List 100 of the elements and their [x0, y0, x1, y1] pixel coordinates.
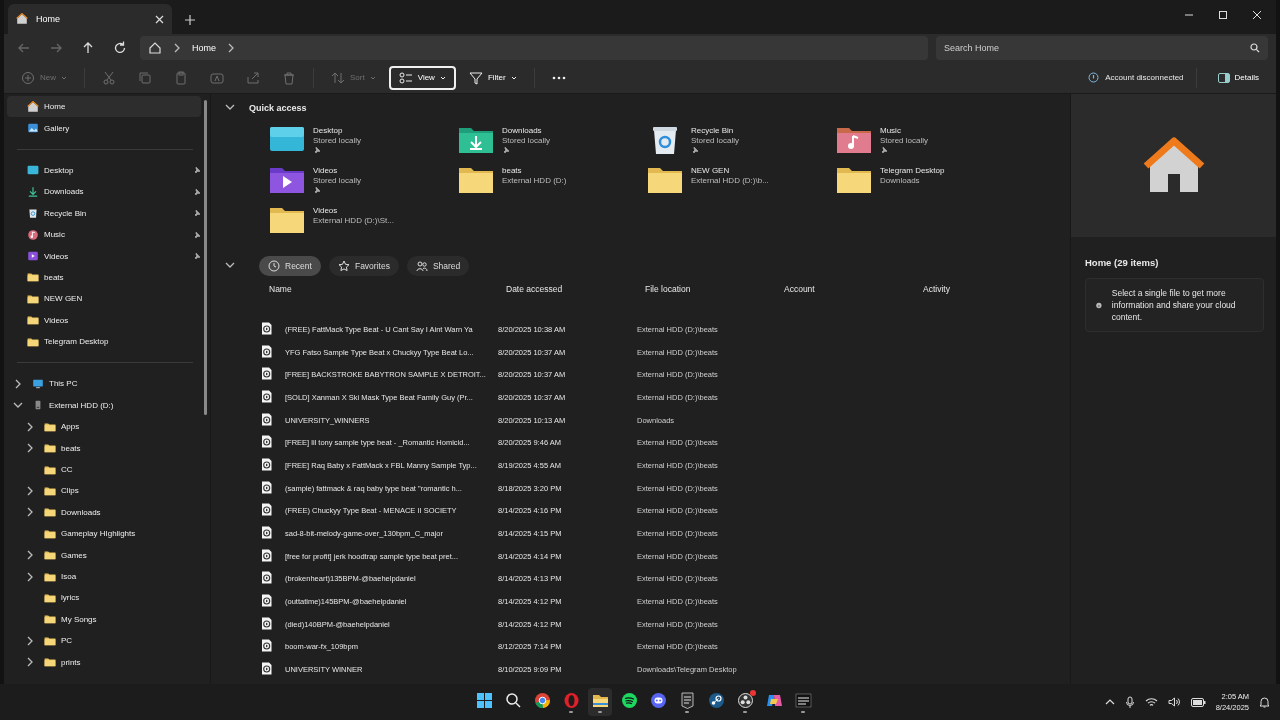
sidebar-item[interactable]: This PC — [7, 373, 201, 395]
chevron-icon — [25, 550, 35, 561]
sidebar-item[interactable]: Music — [7, 223, 201, 246]
folder-icon — [44, 442, 56, 455]
folder-name[interactable]: beats — [502, 166, 567, 175]
column-header[interactable]: File location — [645, 284, 784, 308]
audio-file-icon — [261, 639, 272, 653]
folder-location: Downloads — [880, 176, 921, 185]
sidebar-item[interactable]: Gallery — [7, 117, 201, 139]
sidebar-item[interactable]: Games — [7, 544, 201, 566]
sidebar-item[interactable]: PC — [7, 630, 201, 652]
notification-bell-icon[interactable] — [1259, 696, 1270, 708]
sidebar-item[interactable]: Home — [7, 96, 201, 118]
audio-file-icon — [261, 480, 272, 494]
column-header[interactable]: Name — [269, 284, 506, 308]
home-icon — [16, 13, 28, 25]
sidebar-item[interactable]: beats — [7, 266, 201, 289]
info-icon — [1088, 72, 1100, 83]
copy-icon — [138, 70, 152, 85]
volume-icon[interactable] — [1167, 697, 1181, 707]
close-icon[interactable] — [155, 14, 164, 24]
folder-icon — [44, 506, 56, 519]
audio-file-icon — [261, 412, 272, 426]
sidebar-item[interactable]: My Songs — [7, 608, 201, 630]
music-app-icon — [620, 691, 638, 709]
game-store-icon — [678, 691, 696, 709]
column-header[interactable]: Activity — [923, 284, 1062, 308]
desktop-icon — [27, 164, 39, 177]
sidebar-item[interactable]: NEW GEN — [7, 288, 201, 310]
sidebar-item[interactable]: Downloads — [7, 501, 201, 524]
filter-tab[interactable]: Shared — [406, 256, 470, 276]
details-button[interactable]: Details — [1208, 65, 1268, 90]
start-icon — [475, 691, 493, 709]
chevron-up-icon[interactable] — [1104, 697, 1115, 707]
folder-icon — [44, 549, 56, 562]
home-icon — [27, 100, 39, 113]
scrollbar[interactable] — [204, 100, 207, 415]
new-tab-icon[interactable] — [184, 14, 196, 26]
sidebar-item[interactable]: Recycle Bin — [7, 202, 201, 224]
close-icon[interactable] — [1252, 10, 1262, 20]
sidebar-item[interactable]: Desktop — [7, 159, 201, 182]
folder-name[interactable]: Recycle Bin — [691, 126, 740, 135]
microphone-icon[interactable] — [1124, 696, 1135, 708]
chevron-icon — [225, 260, 235, 270]
pin-icon — [193, 166, 201, 175]
audio-file-icon — [261, 344, 272, 358]
folder-location: Stored locally — [880, 136, 929, 145]
refresh-icon[interactable] — [112, 40, 128, 56]
window-tab[interactable]: Home — [8, 4, 172, 34]
folder-name[interactable]: Downloads — [502, 126, 551, 135]
search-field[interactable]: Search Home — [936, 36, 1268, 60]
folder-name[interactable]: NEW GEN — [691, 166, 769, 175]
folder-name[interactable]: Music — [880, 126, 929, 135]
folder-location: Stored locally — [313, 176, 362, 185]
sidebar-item[interactable]: lyrics — [7, 587, 201, 609]
sidebar-item[interactable]: Telegram Desktop — [7, 330, 201, 353]
folder-name[interactable]: Videos — [313, 206, 394, 215]
battery-icon[interactable] — [1190, 697, 1206, 707]
record-icon — [736, 691, 754, 709]
column-header[interactable]: Date accessed — [506, 284, 645, 308]
chevron-icon — [25, 443, 35, 454]
wifi-icon[interactable] — [1144, 697, 1158, 707]
account-status[interactable]: Account disconnected — [1105, 73, 1184, 82]
people-icon — [415, 260, 428, 272]
filter-tab[interactable]: Favorites — [328, 256, 399, 276]
audio-file-icon — [261, 389, 272, 403]
sidebar-item[interactable]: Videos — [7, 245, 201, 267]
sidebar-item[interactable]: Downloads — [7, 181, 201, 203]
maximize-icon[interactable] — [1218, 10, 1228, 20]
audio-file-icon — [261, 435, 272, 449]
sidebar-item[interactable]: CC — [7, 458, 201, 481]
folder-icon — [44, 420, 56, 433]
filter-button[interactable]: Filter — [459, 65, 526, 90]
sidebar-item[interactable]: beats — [7, 437, 201, 459]
folder-name[interactable]: Desktop — [313, 126, 362, 135]
chevron-icon — [13, 379, 23, 389]
folder-icon — [44, 656, 56, 669]
sidebar-item[interactable]: Clips — [7, 480, 201, 502]
audio-file-icon — [261, 571, 272, 585]
sidebar-item[interactable]: Isoa — [7, 565, 201, 588]
folder-name[interactable]: Videos — [313, 166, 362, 175]
sidebar-item[interactable]: Apps — [7, 416, 201, 438]
pin-icon — [193, 187, 201, 196]
sidebar-item[interactable]: External HDD (D:) — [7, 394, 201, 417]
breadcrumb[interactable]: Home — [192, 43, 216, 53]
clock-icon — [268, 260, 280, 272]
sidebar-item[interactable]: prints — [7, 651, 201, 673]
address-bar[interactable]: Home — [140, 36, 928, 60]
sidebar-item[interactable]: Gameplay HIghlights — [7, 523, 201, 545]
recycle-bin-icon — [27, 207, 39, 220]
sidebar-item[interactable]: Videos — [7, 309, 201, 331]
column-header[interactable]: Account — [784, 284, 923, 308]
caret-icon — [369, 74, 376, 81]
view-button[interactable]: View — [388, 65, 456, 90]
clipboard-icon — [174, 70, 188, 85]
folder-name[interactable]: Telegram Desktop — [880, 166, 945, 175]
trash-icon — [282, 70, 296, 85]
filter-tab[interactable]: Recent — [259, 256, 321, 276]
steam-icon — [707, 691, 725, 709]
taskbar-app[interactable] — [588, 688, 612, 716]
